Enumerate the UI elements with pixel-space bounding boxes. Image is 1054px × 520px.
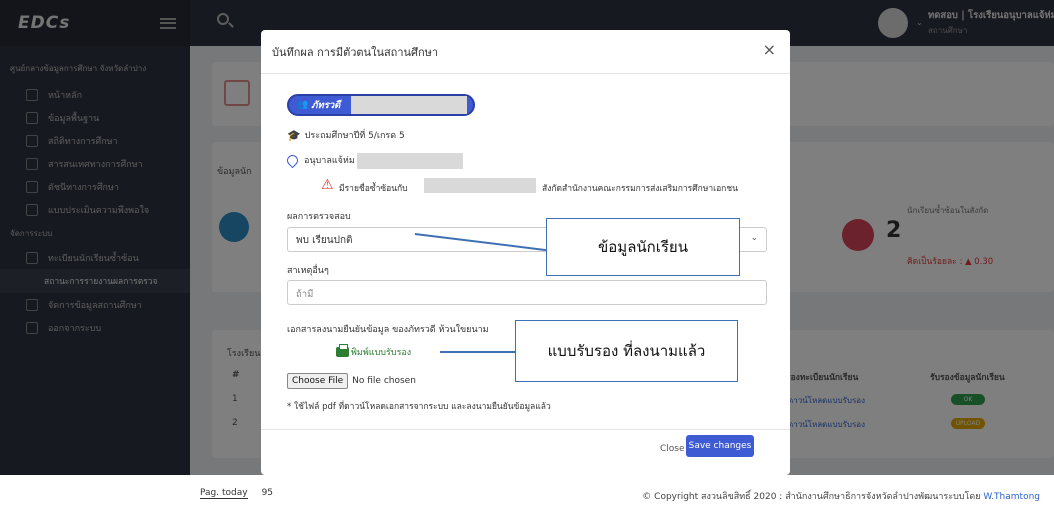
annotation-signed-form: แบบรับรอง ที่ลงนามแล้ว — [515, 320, 738, 382]
signed-document-label: เอกสารลงนามยืนยันข้อมูล ของภัทรวดี ห้วนใ… — [287, 325, 489, 335]
modal-title: บันทึกผล การมีตัวตนในสถานศึกษา — [272, 46, 439, 59]
school-row: อนุบาลแจ้ห่ม — [284, 152, 355, 168]
duplicate-suffix: สังกัดสำนักงานคณะกรรมการส่งเสริมการศึกษา… — [542, 184, 738, 194]
close-icon[interactable]: × — [763, 42, 776, 58]
file-upload: Choose File No file chosen — [287, 373, 416, 389]
page-counter: Pag. today 95 — [200, 488, 274, 499]
modal-footer: Close Save changes — [261, 429, 790, 475]
duplicate-prefix: มีรายชื่อซ้ำซ้อนกับ — [339, 184, 408, 194]
footer: Pag. today 95 © Copyright สงวนลิขสิทธิ์ 2… — [0, 475, 1054, 520]
other-reason-input[interactable]: ถ้ามี — [287, 280, 767, 305]
result-selected-value: พบ เรียนปกติ — [296, 235, 353, 246]
page-counter-value: 95 — [261, 488, 274, 498]
upload-note: * ใช้ไฟล์ pdf ที่ดาวน์โหลดเอกสารจากระบบ … — [287, 402, 551, 412]
choose-file-button[interactable]: Choose File — [287, 373, 349, 389]
chevron-down-icon: ⌄ — [750, 233, 758, 243]
printer-icon — [336, 344, 349, 357]
redacted-school — [357, 153, 463, 169]
print-form-link[interactable]: พิมพ์แบบรับรอง — [336, 344, 412, 359]
school-text: อนุบาลแจ้ห่ม — [304, 156, 355, 166]
save-changes-button[interactable]: Save changes — [686, 435, 754, 457]
print-form-text: พิมพ์แบบรับรอง — [351, 348, 412, 358]
redacted-duplicate — [424, 178, 536, 193]
copyright: © Copyright สงวนลิขสิทธิ์ 2020 : สำนักงา… — [642, 489, 1040, 503]
user-icon: 👥 — [297, 100, 309, 110]
no-file-text: No file chosen — [352, 376, 416, 386]
warning-icon: ⚠ — [321, 177, 334, 193]
redacted-name — [351, 96, 467, 114]
student-name: ภัทรวดี — [311, 99, 341, 111]
result-label: ผลการตรวจสอบ — [287, 212, 351, 222]
annotation-student-info: ข้อมูลนักเรียน — [546, 218, 740, 276]
modal-header: บันทึกผล การมีตัวตนในสถานศึกษา × — [261, 30, 790, 74]
author-link[interactable]: W.Thamtong — [983, 492, 1040, 502]
page-counter-label: Pag. today — [200, 488, 248, 499]
grade-row: 🎓 ประถมศึกษาปีที่ 5/เกรด 5 — [287, 128, 405, 142]
grade-text: ประถมศึกษาปีที่ 5/เกรด 5 — [304, 131, 405, 141]
graduation-cap-icon: 🎓 — [287, 128, 301, 142]
other-reason-label: สาเหตุอื่นๆ — [287, 266, 329, 276]
location-pin-icon — [284, 152, 301, 168]
annotation-arrow-form — [440, 351, 516, 353]
copyright-text: © Copyright สงวนลิขสิทธิ์ 2020 : สำนักงา… — [642, 492, 984, 502]
